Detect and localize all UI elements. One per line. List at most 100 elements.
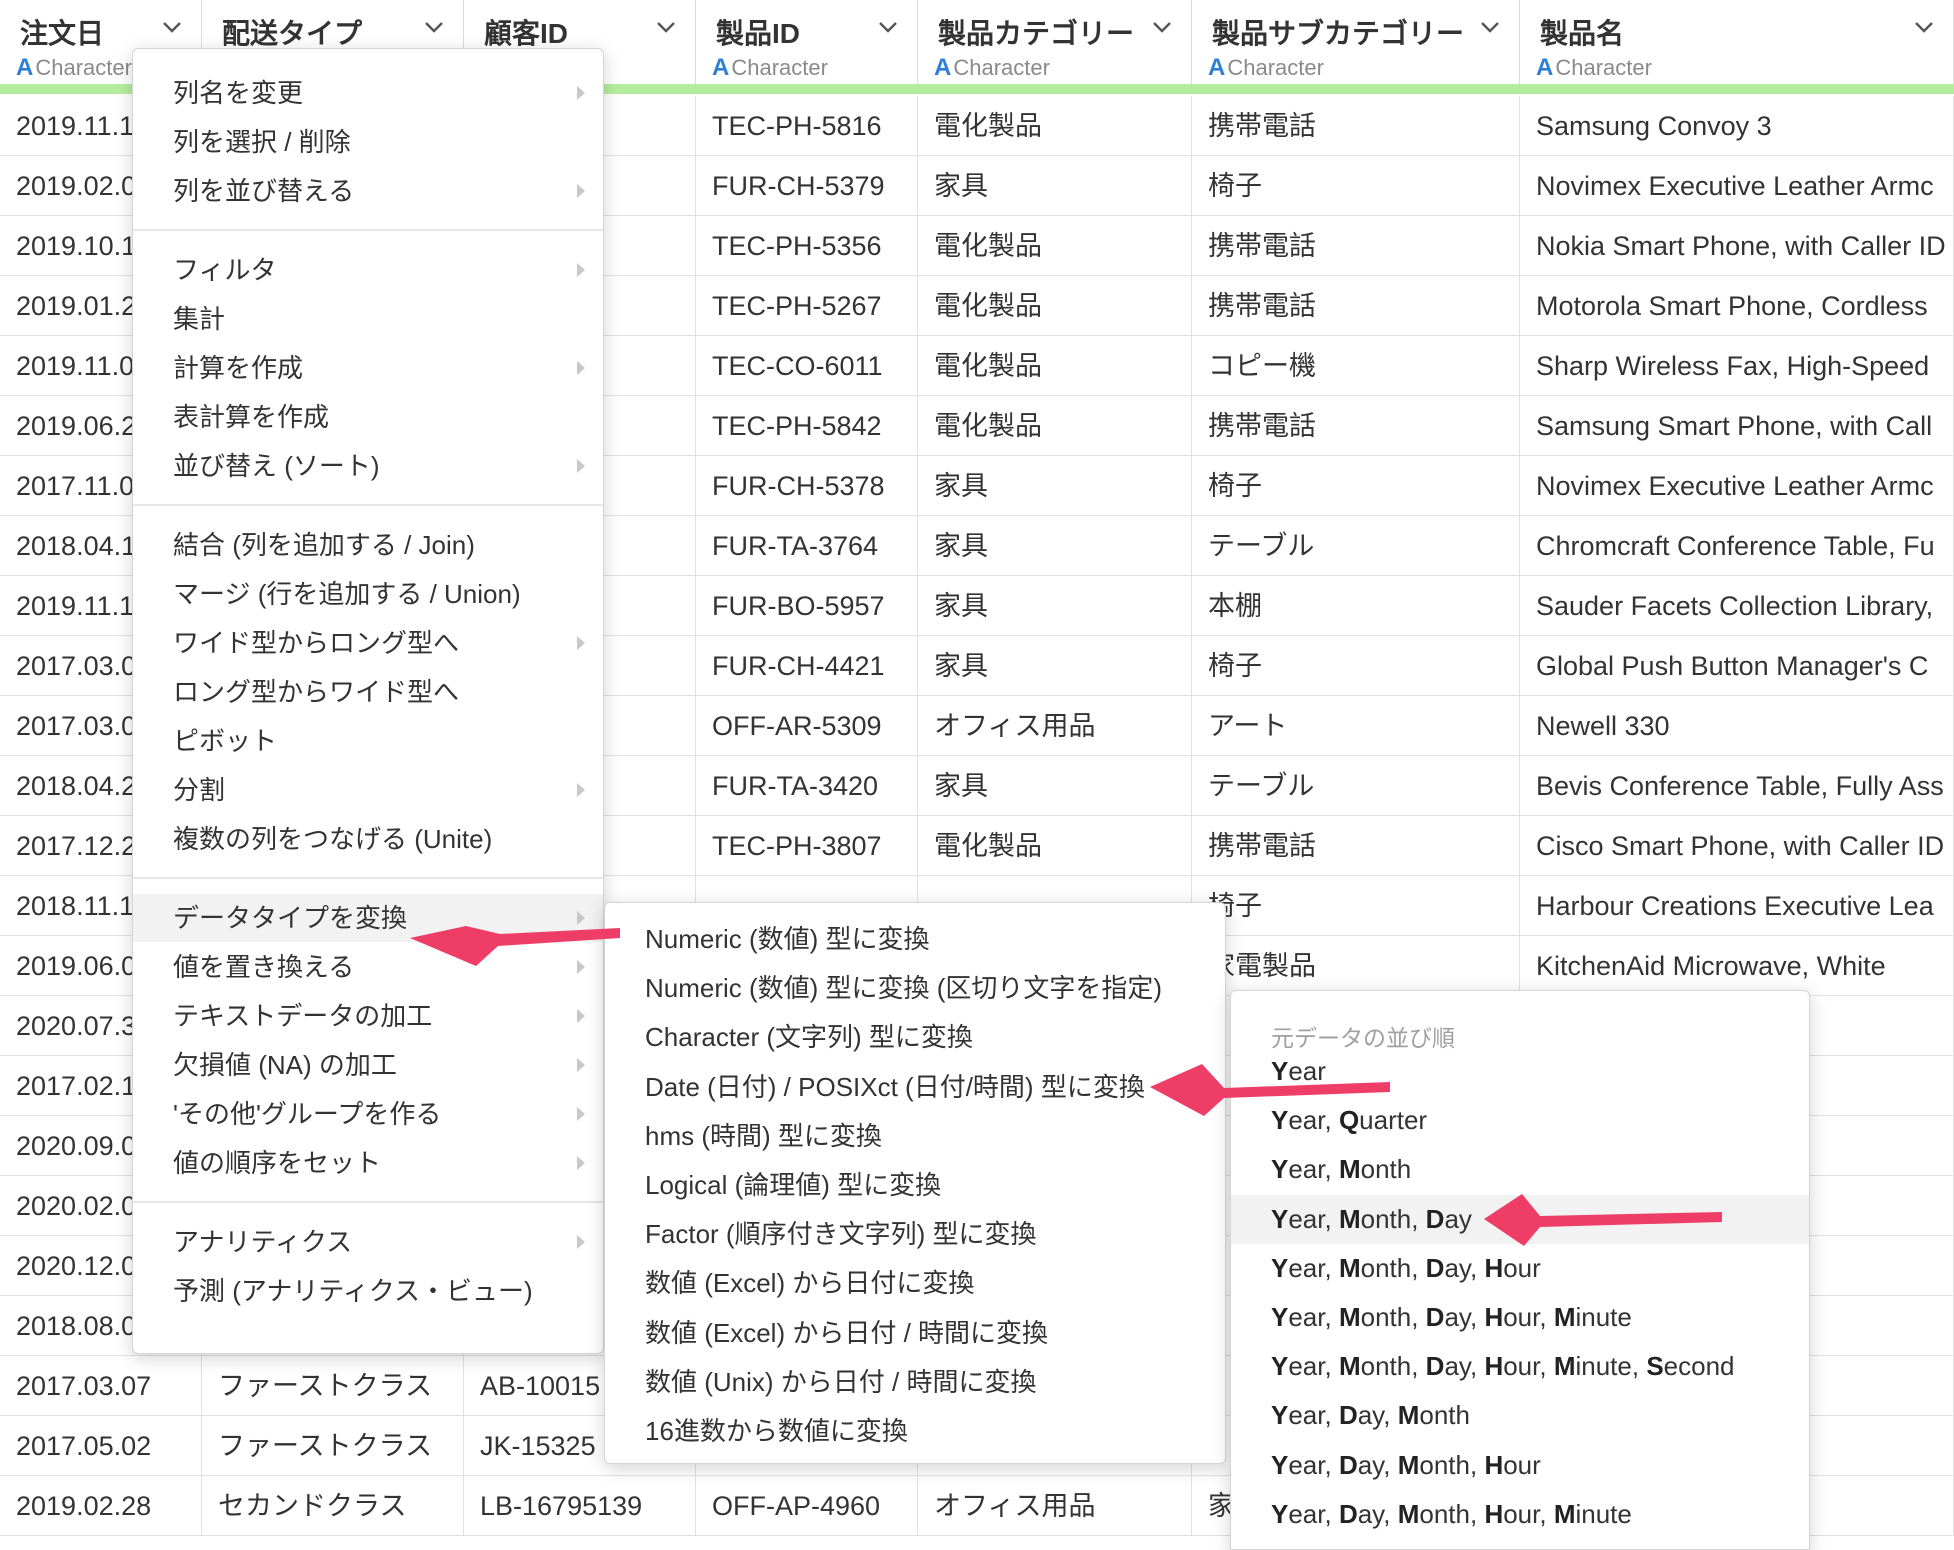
convert-option[interactable]: Date (日付) / POSIXct (日付/時間) 型に変換	[605, 1063, 1225, 1112]
table-cell[interactable]: 電化製品	[918, 216, 1192, 276]
column-header[interactable]: 製品名 ACharacter	[1520, 0, 1954, 84]
table-cell[interactable]: オフィス用品	[918, 696, 1192, 756]
table-cell[interactable]: 電化製品	[918, 396, 1192, 456]
table-cell[interactable]: 2019.02.28	[0, 1476, 202, 1536]
menu-item[interactable]: 複数の列をつなげる (Unite)	[133, 815, 603, 863]
menu-item[interactable]: 予測 (アナリティクス・ビュー)	[133, 1267, 603, 1315]
table-cell[interactable]: コピー機	[1192, 336, 1520, 396]
convert-option[interactable]: 数値 (Unix) から日付 / 時間に変換	[605, 1358, 1225, 1407]
convert-option[interactable]: 数値 (Excel) から日付に変換	[605, 1259, 1225, 1308]
menu-item[interactable]: データタイプを変換	[133, 894, 603, 942]
date-order-option[interactable]: Year, Month	[1231, 1145, 1809, 1194]
table-cell[interactable]: Motorola Smart Phone, Cordless	[1520, 276, 1954, 336]
table-cell[interactable]: FUR-BO-5957	[696, 576, 918, 636]
table-cell[interactable]: Harbour Creations Executive Lea	[1520, 876, 1954, 936]
menu-item[interactable]: マージ (行を追加する / Union)	[133, 570, 603, 618]
table-cell[interactable]: 電化製品	[918, 96, 1192, 156]
column-header[interactable]: 製品サブカテゴリー ACharacter	[1192, 0, 1520, 84]
date-order-option[interactable]: Year, Day, Month, Hour	[1231, 1441, 1809, 1490]
table-cell[interactable]: 電化製品	[918, 816, 1192, 876]
menu-item[interactable]: フィルタ	[133, 246, 603, 294]
menu-item[interactable]: 分割	[133, 766, 603, 814]
chevron-down-icon[interactable]	[159, 14, 185, 40]
menu-item[interactable]: 集計	[133, 295, 603, 343]
table-cell[interactable]: Chromcraft Conference Table, Fu	[1520, 516, 1954, 576]
table-cell[interactable]: 電化製品	[918, 276, 1192, 336]
table-cell[interactable]: 家具	[918, 156, 1192, 216]
table-cell[interactable]: 家具	[918, 636, 1192, 696]
table-cell[interactable]: FUR-CH-4421	[696, 636, 918, 696]
table-cell[interactable]: OFF-AR-5309	[696, 696, 918, 756]
convert-option[interactable]: Numeric (数値) 型に変換	[605, 915, 1225, 964]
table-cell[interactable]: FUR-CH-5379	[696, 156, 918, 216]
convert-option[interactable]: hms (時間) 型に変換	[605, 1112, 1225, 1161]
table-cell[interactable]: TEC-PH-5356	[696, 216, 918, 276]
table-cell[interactable]: 2017.05.02	[0, 1416, 202, 1476]
table-cell[interactable]: KitchenAid Microwave, White	[1520, 936, 1954, 996]
table-cell[interactable]: オフィス用品	[918, 1476, 1192, 1536]
menu-item[interactable]: 値の順序をセット	[133, 1139, 603, 1187]
menu-item[interactable]: ロング型からワイド型へ	[133, 668, 603, 716]
table-cell[interactable]: 家具	[918, 456, 1192, 516]
menu-item[interactable]: 欠損値 (NA) の加工	[133, 1041, 603, 1089]
table-cell[interactable]: 携帯電話	[1192, 216, 1520, 276]
table-cell[interactable]: アート	[1192, 696, 1520, 756]
table-cell[interactable]: テーブル	[1192, 516, 1520, 576]
table-cell[interactable]: Newell 330	[1520, 696, 1954, 756]
table-cell[interactable]: セカンドクラス	[202, 1476, 464, 1536]
table-cell[interactable]: TEC-PH-5816	[696, 96, 918, 156]
table-cell[interactable]: Samsung Convoy 3	[1520, 96, 1954, 156]
menu-item[interactable]: 列を並び替える	[133, 167, 603, 215]
chevron-down-icon[interactable]	[1149, 14, 1175, 40]
table-cell[interactable]: Samsung Smart Phone, with Call	[1520, 396, 1954, 456]
convert-option[interactable]: Factor (順序付き文字列) 型に変換	[605, 1210, 1225, 1259]
table-cell[interactable]: 携帯電話	[1192, 276, 1520, 336]
table-cell[interactable]: FUR-TA-3764	[696, 516, 918, 576]
table-cell[interactable]: 椅子	[1192, 156, 1520, 216]
date-order-option[interactable]: Year, Month, Day	[1231, 1194, 1809, 1244]
menu-item[interactable]: 値を置き換える	[133, 943, 603, 991]
table-cell[interactable]: ファーストクラス	[202, 1356, 464, 1416]
table-cell[interactable]: 携帯電話	[1192, 396, 1520, 456]
table-cell[interactable]: Novimex Executive Leather Armc	[1520, 156, 1954, 216]
table-cell[interactable]: 家具	[918, 576, 1192, 636]
table-cell[interactable]: TEC-PH-5842	[696, 396, 918, 456]
table-cell[interactable]: 家具	[918, 756, 1192, 816]
table-cell[interactable]: Novimex Executive Leather Armc	[1520, 456, 1954, 516]
column-header[interactable]: 製品ID ACharacter	[696, 0, 918, 84]
chevron-down-icon[interactable]	[653, 14, 679, 40]
chevron-down-icon[interactable]	[875, 14, 901, 40]
menu-item[interactable]: ワイド型からロング型へ	[133, 619, 603, 667]
table-cell[interactable]: TEC-PH-5267	[696, 276, 918, 336]
date-order-option[interactable]: Year, Day, Month	[1231, 1391, 1809, 1440]
menu-item[interactable]: 計算を作成	[133, 344, 603, 392]
menu-item[interactable]: 結合 (列を追加する / Join)	[133, 521, 603, 569]
table-cell[interactable]: Sharp Wireless Fax, High-Speed	[1520, 336, 1954, 396]
table-cell[interactable]: Cisco Smart Phone, with Caller ID	[1520, 816, 1954, 876]
table-cell[interactable]: 家具	[918, 516, 1192, 576]
table-cell[interactable]: 本棚	[1192, 576, 1520, 636]
table-cell[interactable]: Sauder Facets Collection Library,	[1520, 576, 1954, 636]
date-order-option[interactable]: Year, Day, Month, Hour, Minute	[1231, 1490, 1809, 1539]
table-cell[interactable]: 椅子	[1192, 636, 1520, 696]
chevron-down-icon[interactable]	[1911, 14, 1937, 40]
table-cell[interactable]: TEC-CO-6011	[696, 336, 918, 396]
date-order-option[interactable]: Year, Month, Day, Hour, Minute, Second	[1231, 1342, 1809, 1391]
menu-item[interactable]: アナリティクス	[133, 1218, 603, 1266]
menu-item[interactable]: 列名を変更	[133, 69, 603, 117]
menu-item[interactable]: ピボット	[133, 717, 603, 765]
date-order-option[interactable]: Year, Month, Day, Hour	[1231, 1244, 1809, 1293]
menu-item[interactable]: テキストデータの加工	[133, 992, 603, 1040]
date-order-option[interactable]: Year, Month, Day, Hour, Minute	[1231, 1293, 1809, 1342]
table-cell[interactable]: 2017.03.07	[0, 1356, 202, 1416]
menu-item[interactable]: 表計算を作成	[133, 393, 603, 441]
table-cell[interactable]: OFF-AP-4960	[696, 1476, 918, 1536]
menu-item[interactable]: 並び替え (ソート)	[133, 442, 603, 490]
convert-option[interactable]: Logical (論理値) 型に変換	[605, 1161, 1225, 1210]
chevron-down-icon[interactable]	[1477, 14, 1503, 40]
table-cell[interactable]: 携帯電話	[1192, 96, 1520, 156]
table-cell[interactable]: テーブル	[1192, 756, 1520, 816]
table-cell[interactable]: Global Push Button Manager's C	[1520, 636, 1954, 696]
convert-option[interactable]: 16進数から数値に変換	[605, 1407, 1225, 1456]
menu-item[interactable]: 列を選択 / 削除	[133, 118, 603, 166]
